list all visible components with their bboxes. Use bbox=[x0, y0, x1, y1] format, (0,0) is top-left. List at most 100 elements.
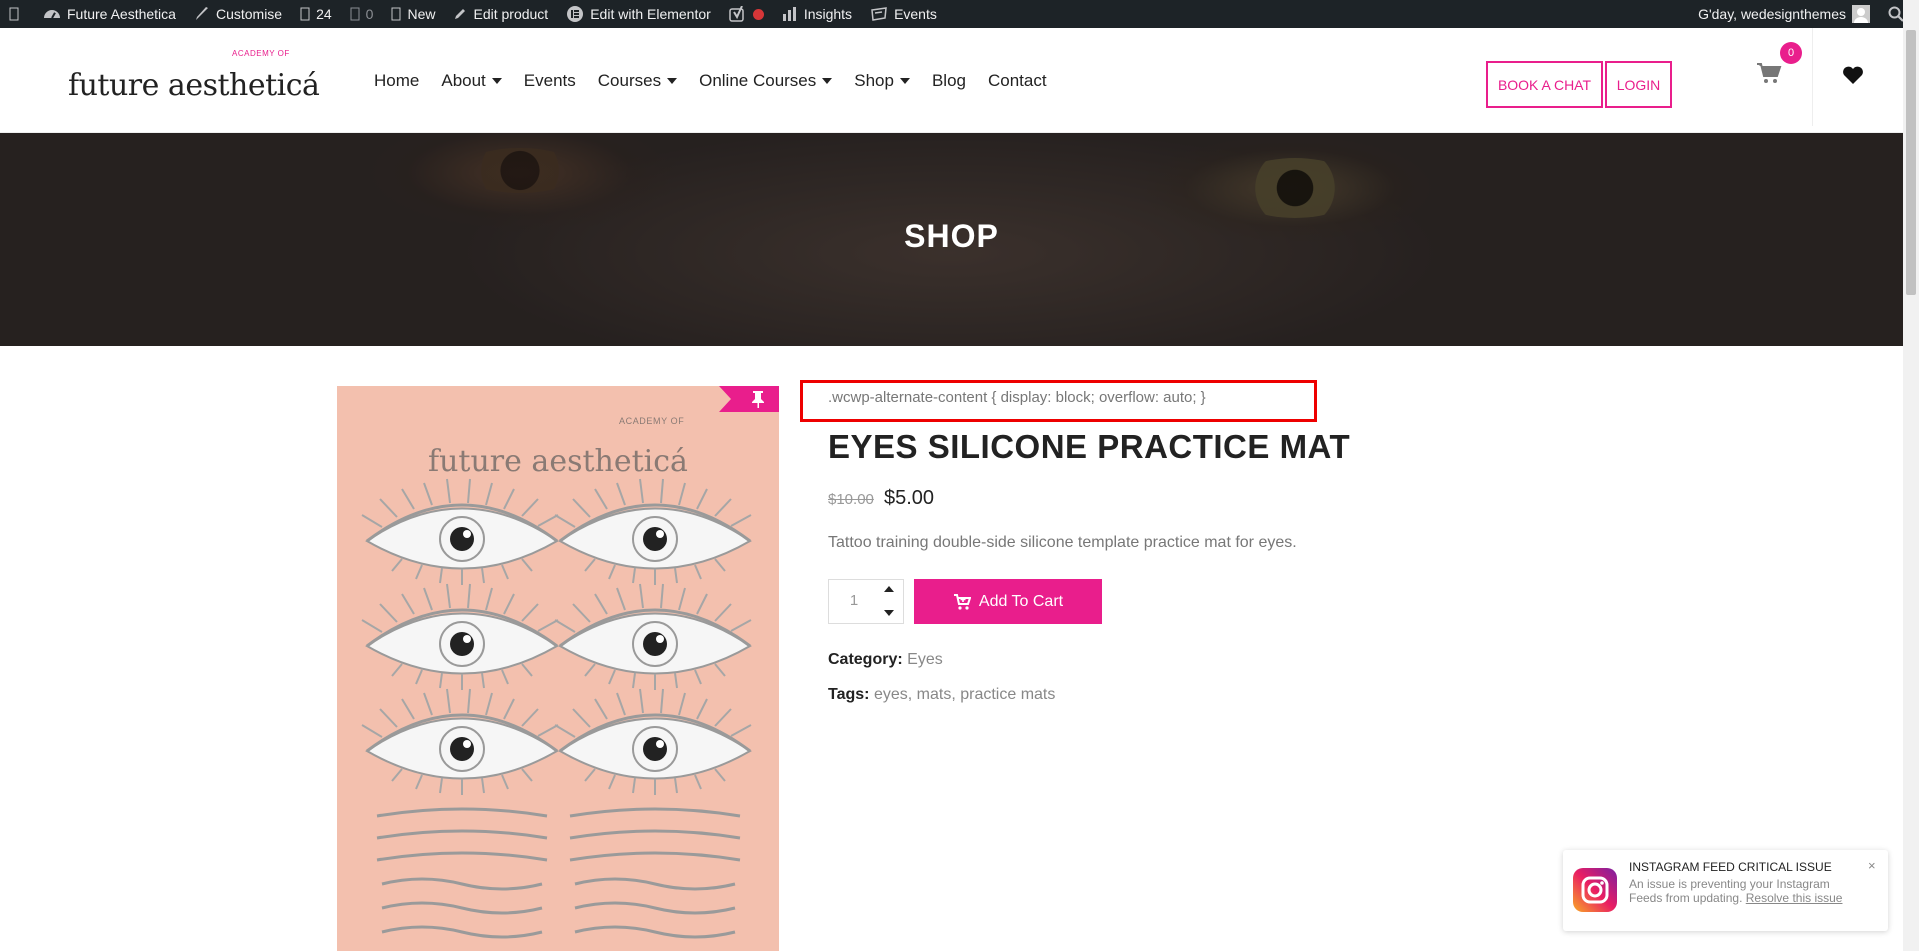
nav-contact-label: Contact bbox=[988, 70, 1047, 90]
edit-elementor-label: Edit with Elementor bbox=[590, 6, 711, 22]
cart-link[interactable] bbox=[1756, 62, 1782, 89]
brush-icon bbox=[195, 7, 208, 20]
hero-eye-left bbox=[460, 148, 580, 193]
nav-shop-label: Shop bbox=[854, 70, 894, 90]
quantity-stepper[interactable]: 1 bbox=[828, 579, 904, 624]
product-category: Category: Eyes bbox=[828, 651, 943, 669]
page-scrollbar[interactable] bbox=[1903, 0, 1919, 951]
comments-count: 24 bbox=[316, 6, 332, 22]
plus-icon bbox=[391, 7, 401, 21]
bar-chart-icon bbox=[782, 7, 796, 21]
edit-elementor-link[interactable]: Edit with Elementor bbox=[557, 0, 720, 28]
edit-product-link[interactable]: Edit product bbox=[444, 0, 557, 28]
add-to-cart-label: Add To Cart bbox=[978, 592, 1064, 610]
product-title: EYES SILICONE PRACTICE MAT bbox=[828, 428, 1351, 465]
resolve-issue-link[interactable]: Resolve this issue bbox=[1746, 891, 1843, 905]
page-hero: SHOP bbox=[0, 133, 1903, 346]
comments-link[interactable]: 24 bbox=[291, 0, 341, 28]
insights-link[interactable]: Insights bbox=[773, 0, 861, 28]
chevron-down-icon bbox=[822, 77, 833, 84]
tag-link[interactable]: mats bbox=[917, 686, 952, 703]
wordpress-icon bbox=[9, 7, 19, 21]
category-label: Category: bbox=[828, 651, 903, 668]
comment-icon bbox=[300, 7, 310, 21]
close-icon[interactable]: × bbox=[1868, 858, 1876, 873]
edit-product-label: Edit product bbox=[473, 6, 549, 22]
avatar bbox=[1852, 5, 1870, 23]
wishlist-link[interactable] bbox=[1842, 65, 1864, 90]
instagram-icon bbox=[1573, 868, 1617, 912]
updates-icon bbox=[350, 7, 360, 21]
nav-blog[interactable]: Blog bbox=[921, 71, 977, 91]
nav-courses[interactable]: Courses bbox=[587, 71, 688, 91]
nav-home[interactable]: Home bbox=[363, 71, 430, 91]
nav-contact[interactable]: Contact bbox=[977, 71, 1058, 91]
product-image[interactable]: ACADEMY OF future aestheticá bbox=[337, 386, 779, 951]
site-name: Future Aesthetica bbox=[67, 6, 176, 22]
site-header: ACADEMY OF future aestheticá Home About … bbox=[0, 28, 1903, 133]
main-nav: Home About Events Courses Online Courses… bbox=[363, 28, 1058, 133]
regular-price: $10.00 bbox=[828, 491, 874, 508]
nav-online-courses[interactable]: Online Courses bbox=[688, 71, 843, 91]
yoast-menu[interactable] bbox=[720, 0, 773, 28]
nav-courses-label: Courses bbox=[597, 70, 662, 90]
dashboard-icon bbox=[44, 10, 60, 19]
nav-about-label: About bbox=[441, 70, 486, 90]
site-name-link[interactable]: Future Aesthetica bbox=[34, 0, 185, 28]
featured-ribbon bbox=[719, 386, 779, 412]
tags-label: Tags: bbox=[828, 686, 870, 703]
admin-bar: Future Aesthetica Customise 24 0 New Edi… bbox=[0, 0, 1919, 28]
events-link[interactable]: Events bbox=[861, 0, 946, 28]
chevron-down-icon bbox=[667, 77, 678, 84]
notice-body: An issue is preventing your Instagram Fe… bbox=[1629, 877, 1844, 905]
events-label: Events bbox=[894, 6, 937, 22]
wordpress-menu[interactable] bbox=[0, 0, 34, 28]
cart-icon bbox=[1757, 63, 1782, 83]
notice-title: INSTAGRAM FEED CRITICAL ISSUE bbox=[1629, 860, 1832, 874]
add-cart-icon bbox=[953, 593, 971, 610]
logo-wordmark: future aestheticá bbox=[68, 68, 320, 103]
updates-link[interactable]: 0 bbox=[341, 0, 383, 28]
events-icon bbox=[871, 7, 887, 21]
sale-price: $5.00 bbox=[884, 487, 935, 509]
quantity-input[interactable]: 1 bbox=[829, 592, 879, 609]
css-notice-text: .wcwp-alternate-content { display: block… bbox=[828, 389, 1206, 406]
nav-events[interactable]: Events bbox=[513, 71, 587, 91]
new-content-link[interactable]: New bbox=[382, 0, 444, 28]
seo-status-dot bbox=[752, 8, 764, 20]
page-title: SHOP bbox=[904, 218, 999, 254]
greeting: G'day, wedesignthemes bbox=[1698, 6, 1846, 22]
decrement-icon[interactable] bbox=[884, 610, 894, 616]
yoast-icon bbox=[729, 6, 744, 22]
heart-icon bbox=[1843, 66, 1863, 84]
chevron-down-icon bbox=[899, 77, 910, 84]
tag-link[interactable]: eyes bbox=[874, 686, 908, 703]
nav-shop[interactable]: Shop bbox=[843, 71, 921, 91]
category-link[interactable]: Eyes bbox=[907, 651, 943, 668]
scrollbar-thumb[interactable] bbox=[1906, 30, 1916, 295]
hero-eye-right bbox=[1230, 158, 1360, 218]
increment-icon[interactable] bbox=[884, 586, 894, 592]
eye-templates-illustration bbox=[360, 477, 753, 939]
site-logo[interactable]: ACADEMY OF future aestheticá bbox=[68, 38, 320, 118]
pencil-icon bbox=[455, 9, 466, 19]
elementor-icon bbox=[567, 6, 584, 22]
account-menu[interactable]: G'day, wedesignthemes bbox=[1689, 0, 1879, 28]
book-a-chat-button[interactable]: BOOK A CHAT bbox=[1486, 61, 1603, 108]
nav-blog-label: Blog bbox=[931, 70, 966, 90]
nav-about[interactable]: About bbox=[430, 71, 512, 91]
insights-label: Insights bbox=[803, 6, 853, 22]
updates-count: 0 bbox=[365, 6, 374, 22]
customise-link[interactable]: Customise bbox=[185, 0, 291, 28]
search-icon bbox=[1888, 6, 1904, 22]
add-to-cart-button[interactable]: Add To Cart bbox=[914, 579, 1102, 624]
product-tags: Tags: eyes, mats, practice mats bbox=[828, 686, 1056, 703]
new-label: New bbox=[407, 6, 436, 22]
product-short-description: Tattoo training double-side silicone tem… bbox=[828, 534, 1297, 551]
nav-home-label: Home bbox=[374, 70, 420, 90]
chevron-down-icon bbox=[491, 77, 502, 84]
tag-link[interactable]: practice mats bbox=[960, 686, 1055, 703]
header-divider bbox=[1812, 28, 1813, 126]
cart-count-badge: 0 bbox=[1780, 42, 1802, 64]
login-button[interactable]: LOGIN bbox=[1605, 61, 1672, 108]
